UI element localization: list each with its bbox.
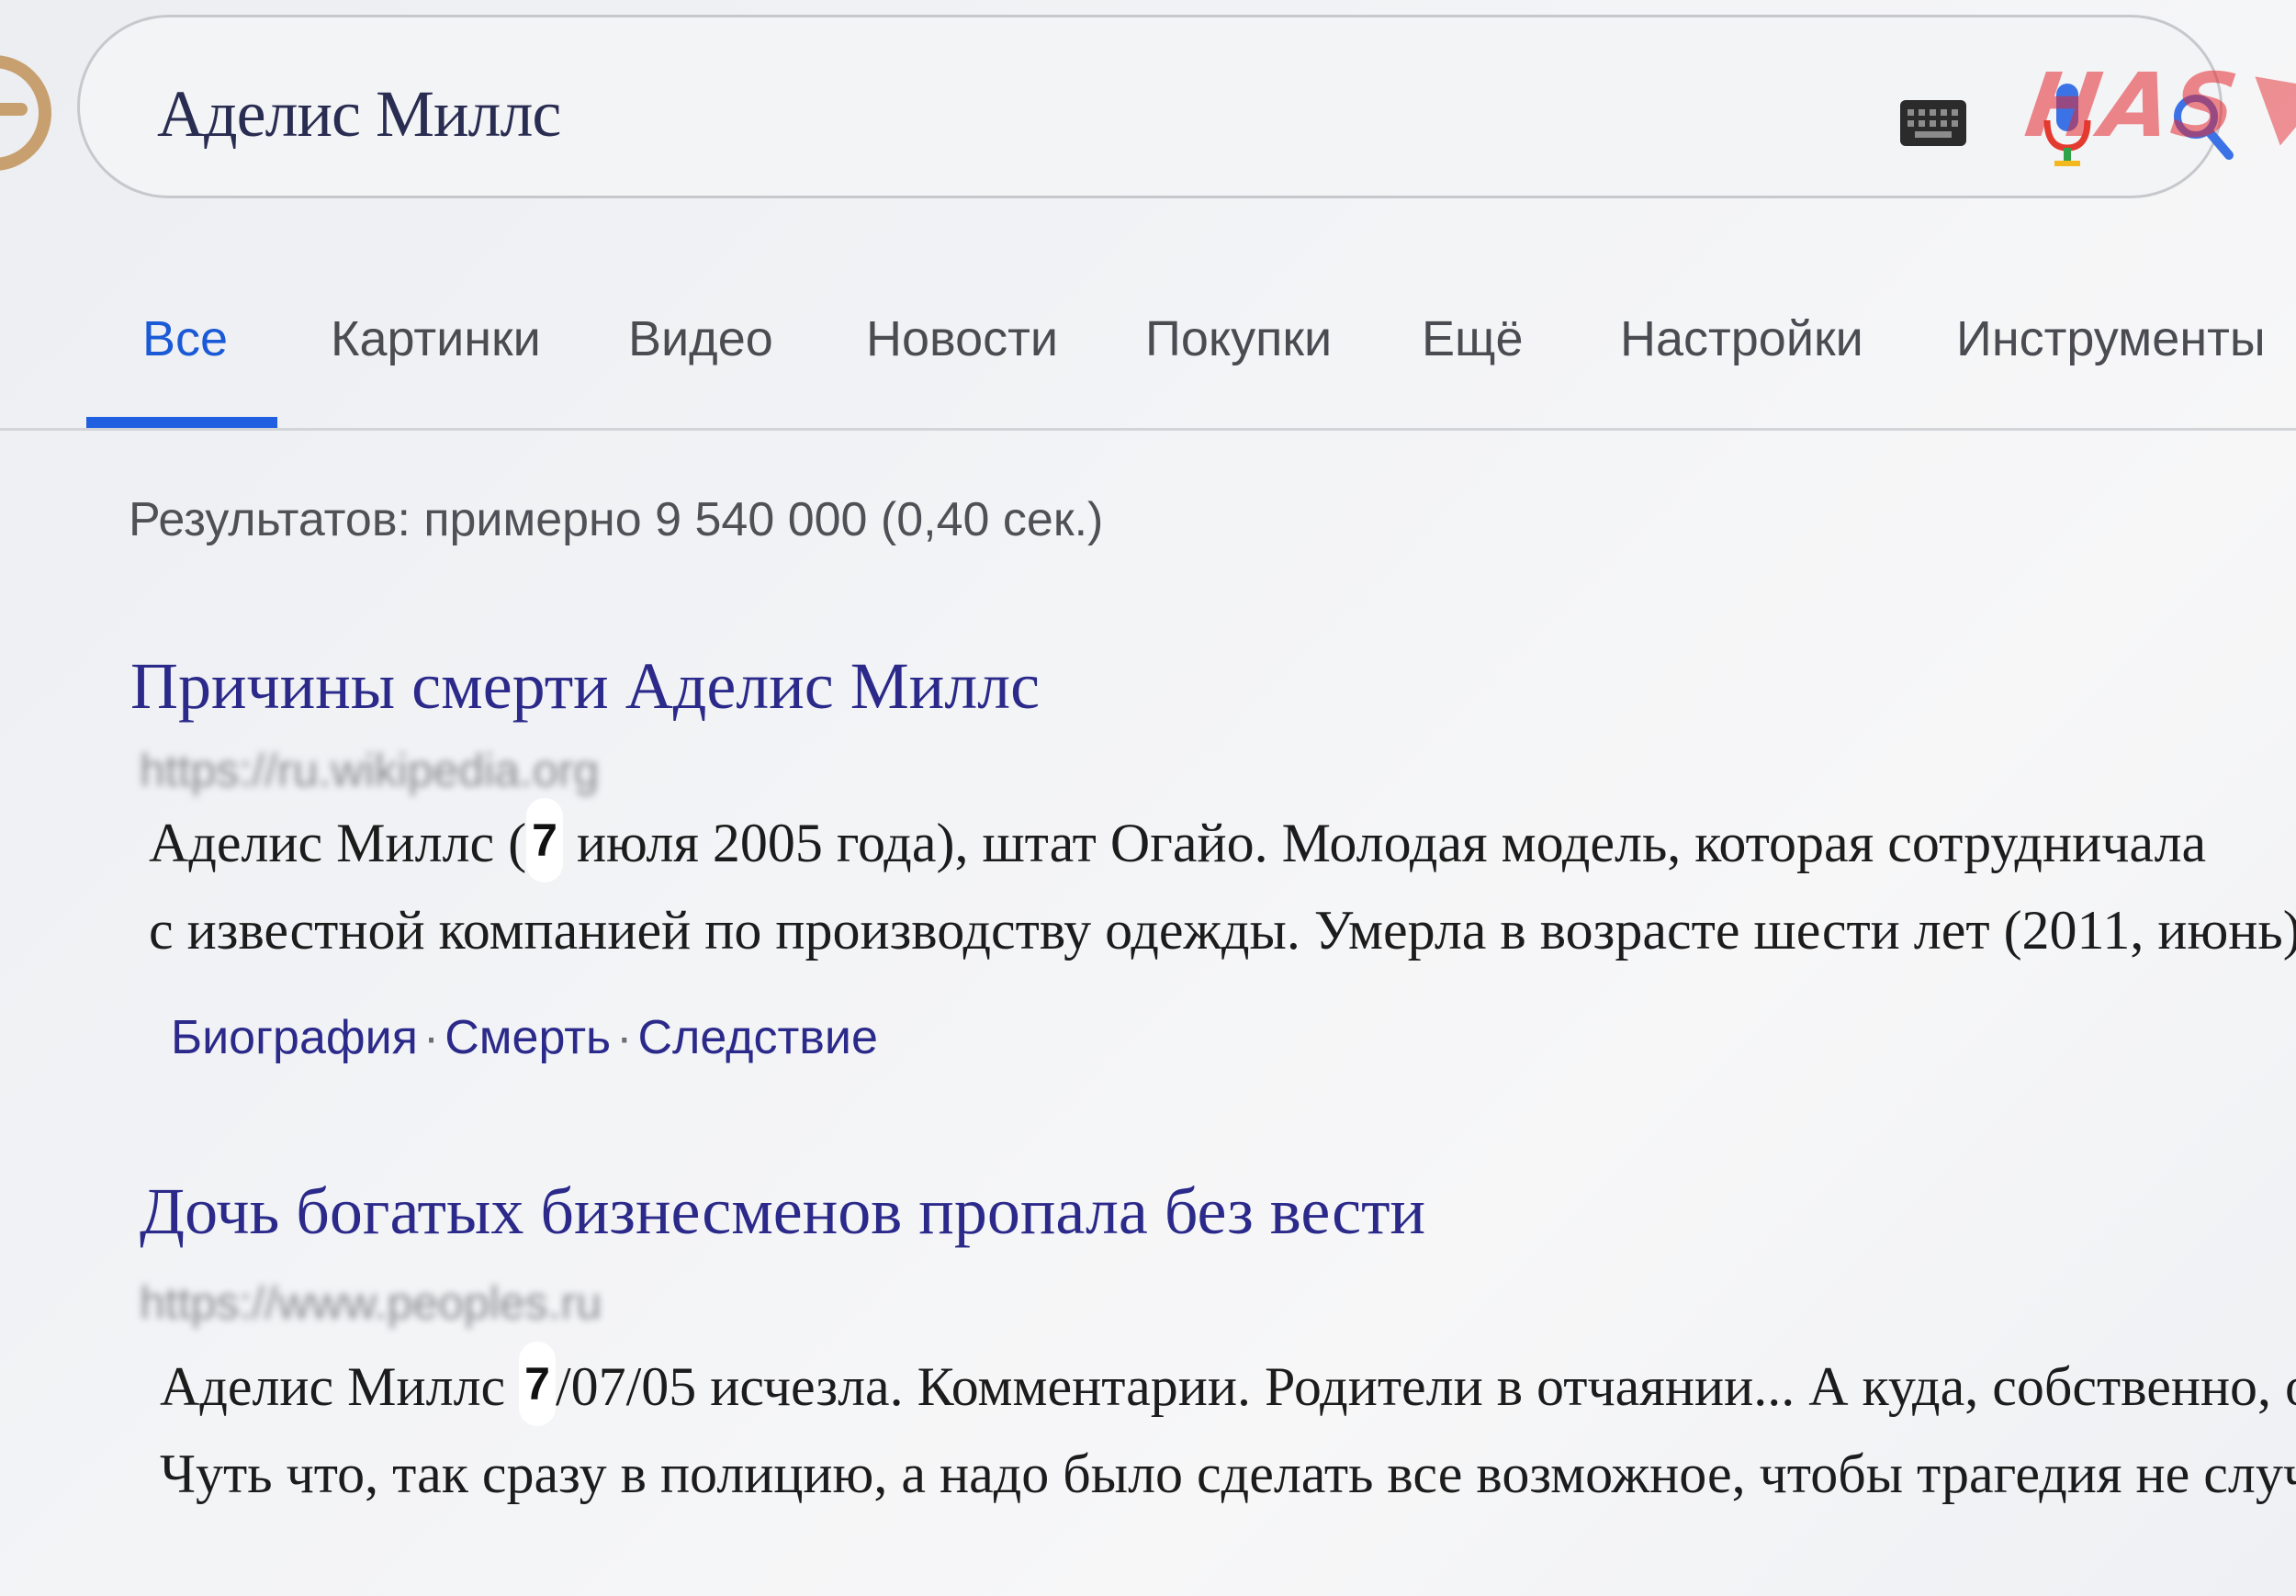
snippet-highlight: 7 [519,1342,556,1426]
result-url[interactable]: https://ru.wikipedia.org [140,744,599,797]
snippet-highlight: 7 [526,798,563,882]
tab-shopping[interactable]: Покупки [1145,310,1332,367]
search-tabs: Все Картинки Видео Новости Покупки Ещё Н… [0,294,2296,432]
sitelink-biography[interactable]: Биография [171,1011,418,1064]
tab-news[interactable]: Новости [866,310,1058,367]
snippet-text: /07/05 исчезла. Комментарии. Родители в … [555,1356,2296,1417]
tab-videos[interactable]: Видео [628,310,773,367]
result-snippet: Аделис Миллс 7/07/05 исчезла. Комментари… [160,1342,2296,1516]
tab-settings[interactable]: Настройки [1620,310,1863,367]
search-input[interactable]: Аделис Миллс [157,76,561,152]
sitelink-investigation[interactable]: Следствие [637,1011,877,1064]
search-results-page: Аделис Миллс HAS Все Картинки Видео Ново… [0,0,2296,1596]
result-title[interactable]: Дочь богатых бизнесменов пропала без вес… [140,1174,1425,1250]
result-title[interactable]: Причины смерти Аделис Миллс [130,648,1040,725]
sitelink-separator: · [422,1011,440,1064]
tab-more[interactable]: Ещё [1422,310,1523,367]
keyboard-icon[interactable] [1900,100,1966,146]
snippet-text: с известной компанией по производству од… [149,900,2296,961]
snippet-text: июля 2005 года), штат Огайо. Молодая мод… [562,813,2207,873]
tab-tools[interactable]: Инструменты [1956,310,2266,367]
sitelink-death[interactable]: Смерть [445,1011,611,1064]
snippet-text: Чуть что, так сразу в полицию, а надо бы… [160,1444,2296,1504]
watermark-logo: HAS [2020,54,2245,157]
watermark-arrow [2255,54,2296,146]
result-url[interactable]: https://www.peoples.ru [140,1276,602,1330]
tab-all[interactable]: Все [142,310,228,367]
sitelink-separator: · [616,1011,633,1064]
result-stats: Результатов: примерно 9 540 000 (0,40 се… [129,493,1104,546]
tab-images[interactable]: Картинки [331,310,541,367]
search-bar[interactable]: Аделис Миллс HAS [77,15,2296,198]
sitelinks: Биография · Смерть · Следствие [171,1010,878,1065]
result-snippet: Аделис Миллс (7 июля 2005 года), штат Ог… [149,798,2296,972]
tabs-divider [0,428,2296,431]
active-tab-indicator [86,417,277,428]
snippet-text: Аделис Миллс [160,1356,520,1417]
snippet-text: Аделис Миллс ( [149,813,527,873]
logo[interactable] [0,55,51,171]
